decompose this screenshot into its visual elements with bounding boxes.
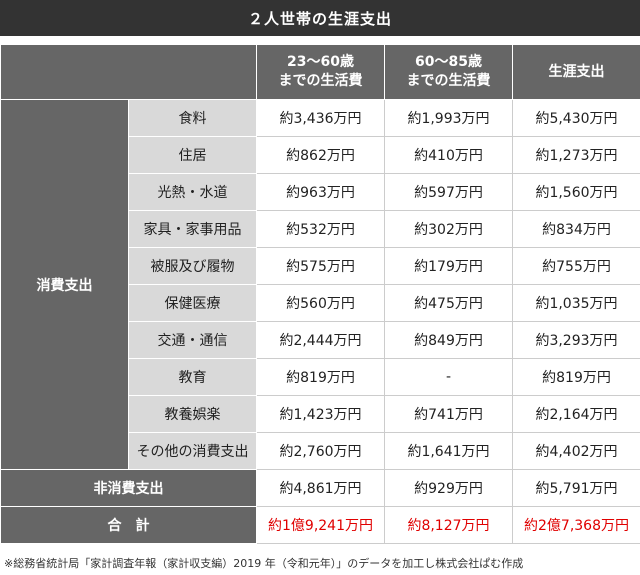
cell-lifetime: 約4,402万円	[512, 432, 640, 470]
cell-lifetime: 約1,273万円	[512, 136, 640, 174]
cell-60-85: 約849万円	[384, 321, 513, 359]
total-label: 合 計	[0, 506, 257, 544]
header-corner	[0, 44, 257, 100]
cell-lifetime: 約3,293万円	[512, 321, 640, 359]
cell-60-85: 約410万円	[384, 136, 513, 174]
row-label: 家具・家事用品	[128, 210, 257, 248]
cell-60-85: 約475万円	[384, 284, 513, 322]
row-label: その他の消費支出	[128, 432, 257, 470]
cell-lifetime: 約819万円	[512, 358, 640, 396]
cell-23-60: 約2,760万円	[256, 432, 385, 470]
non-consumption-row: 非消費支出 約4,861万円 約929万円 約5,791万円	[0, 469, 640, 507]
source-note: ※総務省統計局「家計調査年報（家計収支編）2019 年（令和元年）」のデータを加…	[4, 557, 524, 570]
header-col-lifetime: 生涯支出	[512, 44, 640, 100]
cell-lifetime: 約1,035万円	[512, 284, 640, 322]
total-row: 合 計 約1億9,241万円 約8,127万円 約2億7,368万円	[0, 506, 640, 544]
cell-60-85: 約741万円	[384, 395, 513, 433]
header-col-23-60: 23～60歳 までの生活費	[256, 44, 385, 100]
row-label: 交通・通信	[128, 321, 257, 359]
row-label: 光熱・水道	[128, 173, 257, 211]
expense-table: 23～60歳 までの生活費 60～85歳 までの生活費 生涯支出 消費支出 食料…	[0, 44, 640, 544]
header-col-60-85: 60～85歳 までの生活費	[384, 44, 513, 100]
cell-23-60: 約819万円	[256, 358, 385, 396]
table-title: ２人世帯の生涯支出	[0, 0, 640, 36]
cell-60-85: 約179万円	[384, 247, 513, 285]
cell-23-60: 約2,444万円	[256, 321, 385, 359]
row-label: 食料	[128, 99, 257, 137]
cell-lifetime: 約5,430万円	[512, 99, 640, 137]
cell-60-85: 約1,641万円	[384, 432, 513, 470]
header-col2-line1: 60～85歳	[415, 54, 482, 70]
row-label: 保健医療	[128, 284, 257, 322]
cell-lifetime: 約834万円	[512, 210, 640, 248]
cell-lifetime: 約1,560万円	[512, 173, 640, 211]
header-col2-line2: までの生活費	[406, 73, 491, 89]
cell-23-60: 約532万円	[256, 210, 385, 248]
total-60-85: 約8,127万円	[384, 506, 513, 544]
non-consumption-label: 非消費支出	[0, 469, 257, 507]
row-label: 教養娯楽	[128, 395, 257, 433]
header-col1-line2: までの生活費	[278, 73, 363, 89]
consumption-label: 消費支出	[0, 99, 129, 470]
cell-23-60: 約3,436万円	[256, 99, 385, 137]
cell-23-60: 約4,861万円	[256, 469, 385, 507]
cell-23-60: 約560万円	[256, 284, 385, 322]
cell-lifetime: 約5,791万円	[512, 469, 640, 507]
cell-60-85: -	[384, 358, 513, 396]
total-23-60: 約1億9,241万円	[256, 506, 385, 544]
table-row: 消費支出 食料 約3,436万円 約1,993万円 約5,430万円	[0, 99, 640, 470]
cell-23-60: 約575万円	[256, 247, 385, 285]
row-label: 教育	[128, 358, 257, 396]
header-row: 23～60歳 までの生活費 60～85歳 までの生活費 生涯支出	[0, 44, 640, 100]
cell-60-85: 約597万円	[384, 173, 513, 211]
cell-23-60: 約1,423万円	[256, 395, 385, 433]
row-label: 被服及び履物	[128, 247, 257, 285]
total-lifetime: 約2億7,368万円	[512, 506, 640, 544]
cell-60-85: 約302万円	[384, 210, 513, 248]
cell-lifetime: 約755万円	[512, 247, 640, 285]
cell-60-85: 約1,993万円	[384, 99, 513, 137]
header-col1-line1: 23～60歳	[287, 54, 354, 70]
cell-lifetime: 約2,164万円	[512, 395, 640, 433]
cell-60-85: 約929万円	[384, 469, 513, 507]
page: ２人世帯の生涯支出 23～60歳 までの生活費 60～85歳 までの生活費 生涯…	[0, 0, 640, 575]
cell-23-60: 約862万円	[256, 136, 385, 174]
cell-23-60: 約963万円	[256, 173, 385, 211]
row-label: 住居	[128, 136, 257, 174]
